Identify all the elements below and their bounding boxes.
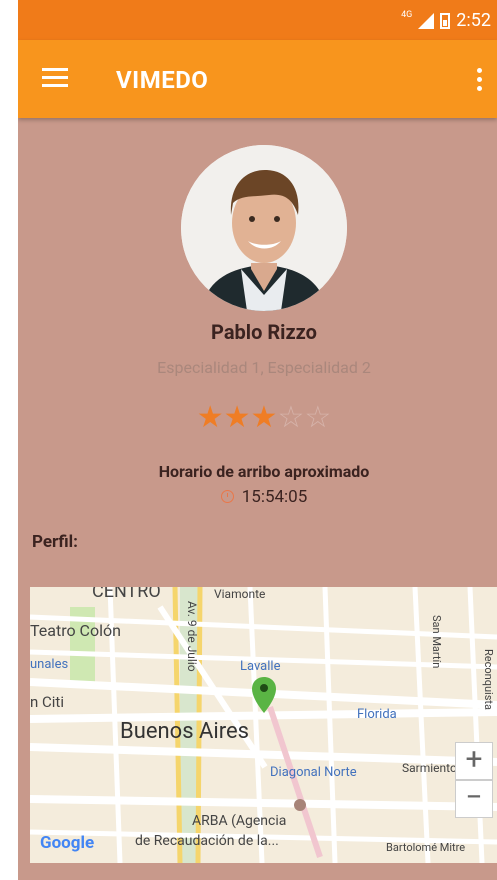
google-logo: Google: [40, 833, 95, 853]
signal-icon: [418, 12, 435, 29]
battery-icon: [440, 12, 451, 29]
status-time: 2:52: [456, 10, 491, 31]
map-label-sarmiento: Sarmiento: [402, 761, 457, 775]
map-label-citi: n Citi: [30, 693, 64, 711]
arrival-label: Horario de arribo aproximado: [158, 462, 370, 481]
arrival-time-row: 15:54:05: [18, 487, 497, 507]
arrival-time: 15:54:05: [241, 487, 308, 507]
star-empty-icon: ☆: [304, 400, 332, 435]
doctor-name: Pablo Rizzo: [211, 320, 317, 344]
map-label-tribunales: unales: [30, 657, 69, 672]
star-filled-icon: ★: [196, 400, 224, 435]
hamburger-menu-icon[interactable]: [42, 68, 68, 88]
overflow-menu-icon[interactable]: [477, 68, 483, 91]
clock-icon: [220, 490, 234, 503]
map-label-bartolome-mitre: Bartolomé Mitre: [386, 841, 466, 854]
map-label-teatro: Teatro Colón: [30, 621, 121, 640]
status-indicators: 4G 2:52: [401, 9, 491, 32]
map-label-viamonte: Viamonte: [214, 587, 266, 601]
app-title: VIMEDO: [116, 66, 209, 94]
rating-stars: ★★★☆☆: [18, 400, 497, 435]
location-map[interactable]: CENTRO Viamonte Teatro Colón Av. 9 de Ju…: [30, 587, 497, 863]
map-label-reconquista: Reconquista: [482, 649, 495, 710]
zoom-out-button[interactable]: −: [455, 780, 493, 818]
star-empty-icon: ☆: [277, 400, 305, 435]
star-filled-icon: ★: [250, 400, 278, 435]
profile-section-title: Perfil:: [32, 532, 78, 552]
map-label-san-martin: San Martín: [430, 615, 443, 669]
app-screen: 4G 2:52 VIMEDO Pablo Rizzo Especialidad …: [18, 0, 497, 880]
avatar: [181, 145, 347, 311]
doctor-specialties: Especialidad 1, Especialidad 2: [157, 358, 371, 377]
location-pin-icon[interactable]: [252, 677, 276, 713]
map-label-buenos-aires: Buenos Aires: [120, 719, 249, 744]
map-label-diagonal-norte: Diagonal Norte: [270, 765, 357, 780]
map-label-arba-line-1: ARBA (Agencia: [192, 813, 287, 829]
map-label-centro: CENTRO: [92, 587, 161, 602]
star-filled-icon: ★: [223, 400, 251, 435]
zoom-in-button[interactable]: +: [455, 742, 493, 780]
map-label-lavalle: Lavalle: [240, 659, 281, 674]
map-label-arba-line-2: de Recaudación de la...: [135, 833, 279, 849]
app-toolbar: VIMEDO: [18, 40, 497, 118]
map-label-florida: Florida: [357, 707, 397, 722]
network-type: 4G: [401, 9, 413, 20]
map-label-9-de-julio: Av. 9 de Julio: [185, 601, 199, 672]
status-bar: 4G 2:52: [18, 0, 497, 40]
